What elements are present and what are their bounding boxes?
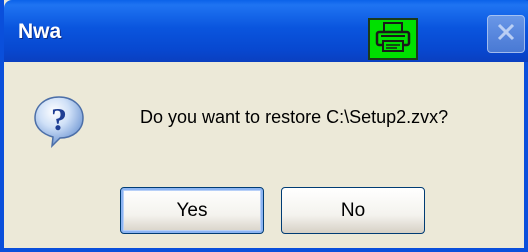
close-button[interactable] [487, 15, 525, 53]
svg-text:?: ? [51, 101, 67, 137]
question-icon: ? [32, 94, 86, 149]
yes-button[interactable]: Yes [120, 187, 264, 234]
window-title: Nwa [18, 20, 62, 43]
dialog-message: Do you want to restore C:\Setup2.zvx? [140, 107, 449, 127]
message-dialog-window: Nwa ? Do you want to restore C:\Setup2.z… [0, 0, 528, 252]
printer-button[interactable] [368, 18, 418, 60]
close-icon [495, 21, 517, 48]
title-bar[interactable]: Nwa [4, 0, 528, 62]
printer-icon [375, 21, 411, 58]
no-button[interactable]: No [281, 187, 425, 234]
